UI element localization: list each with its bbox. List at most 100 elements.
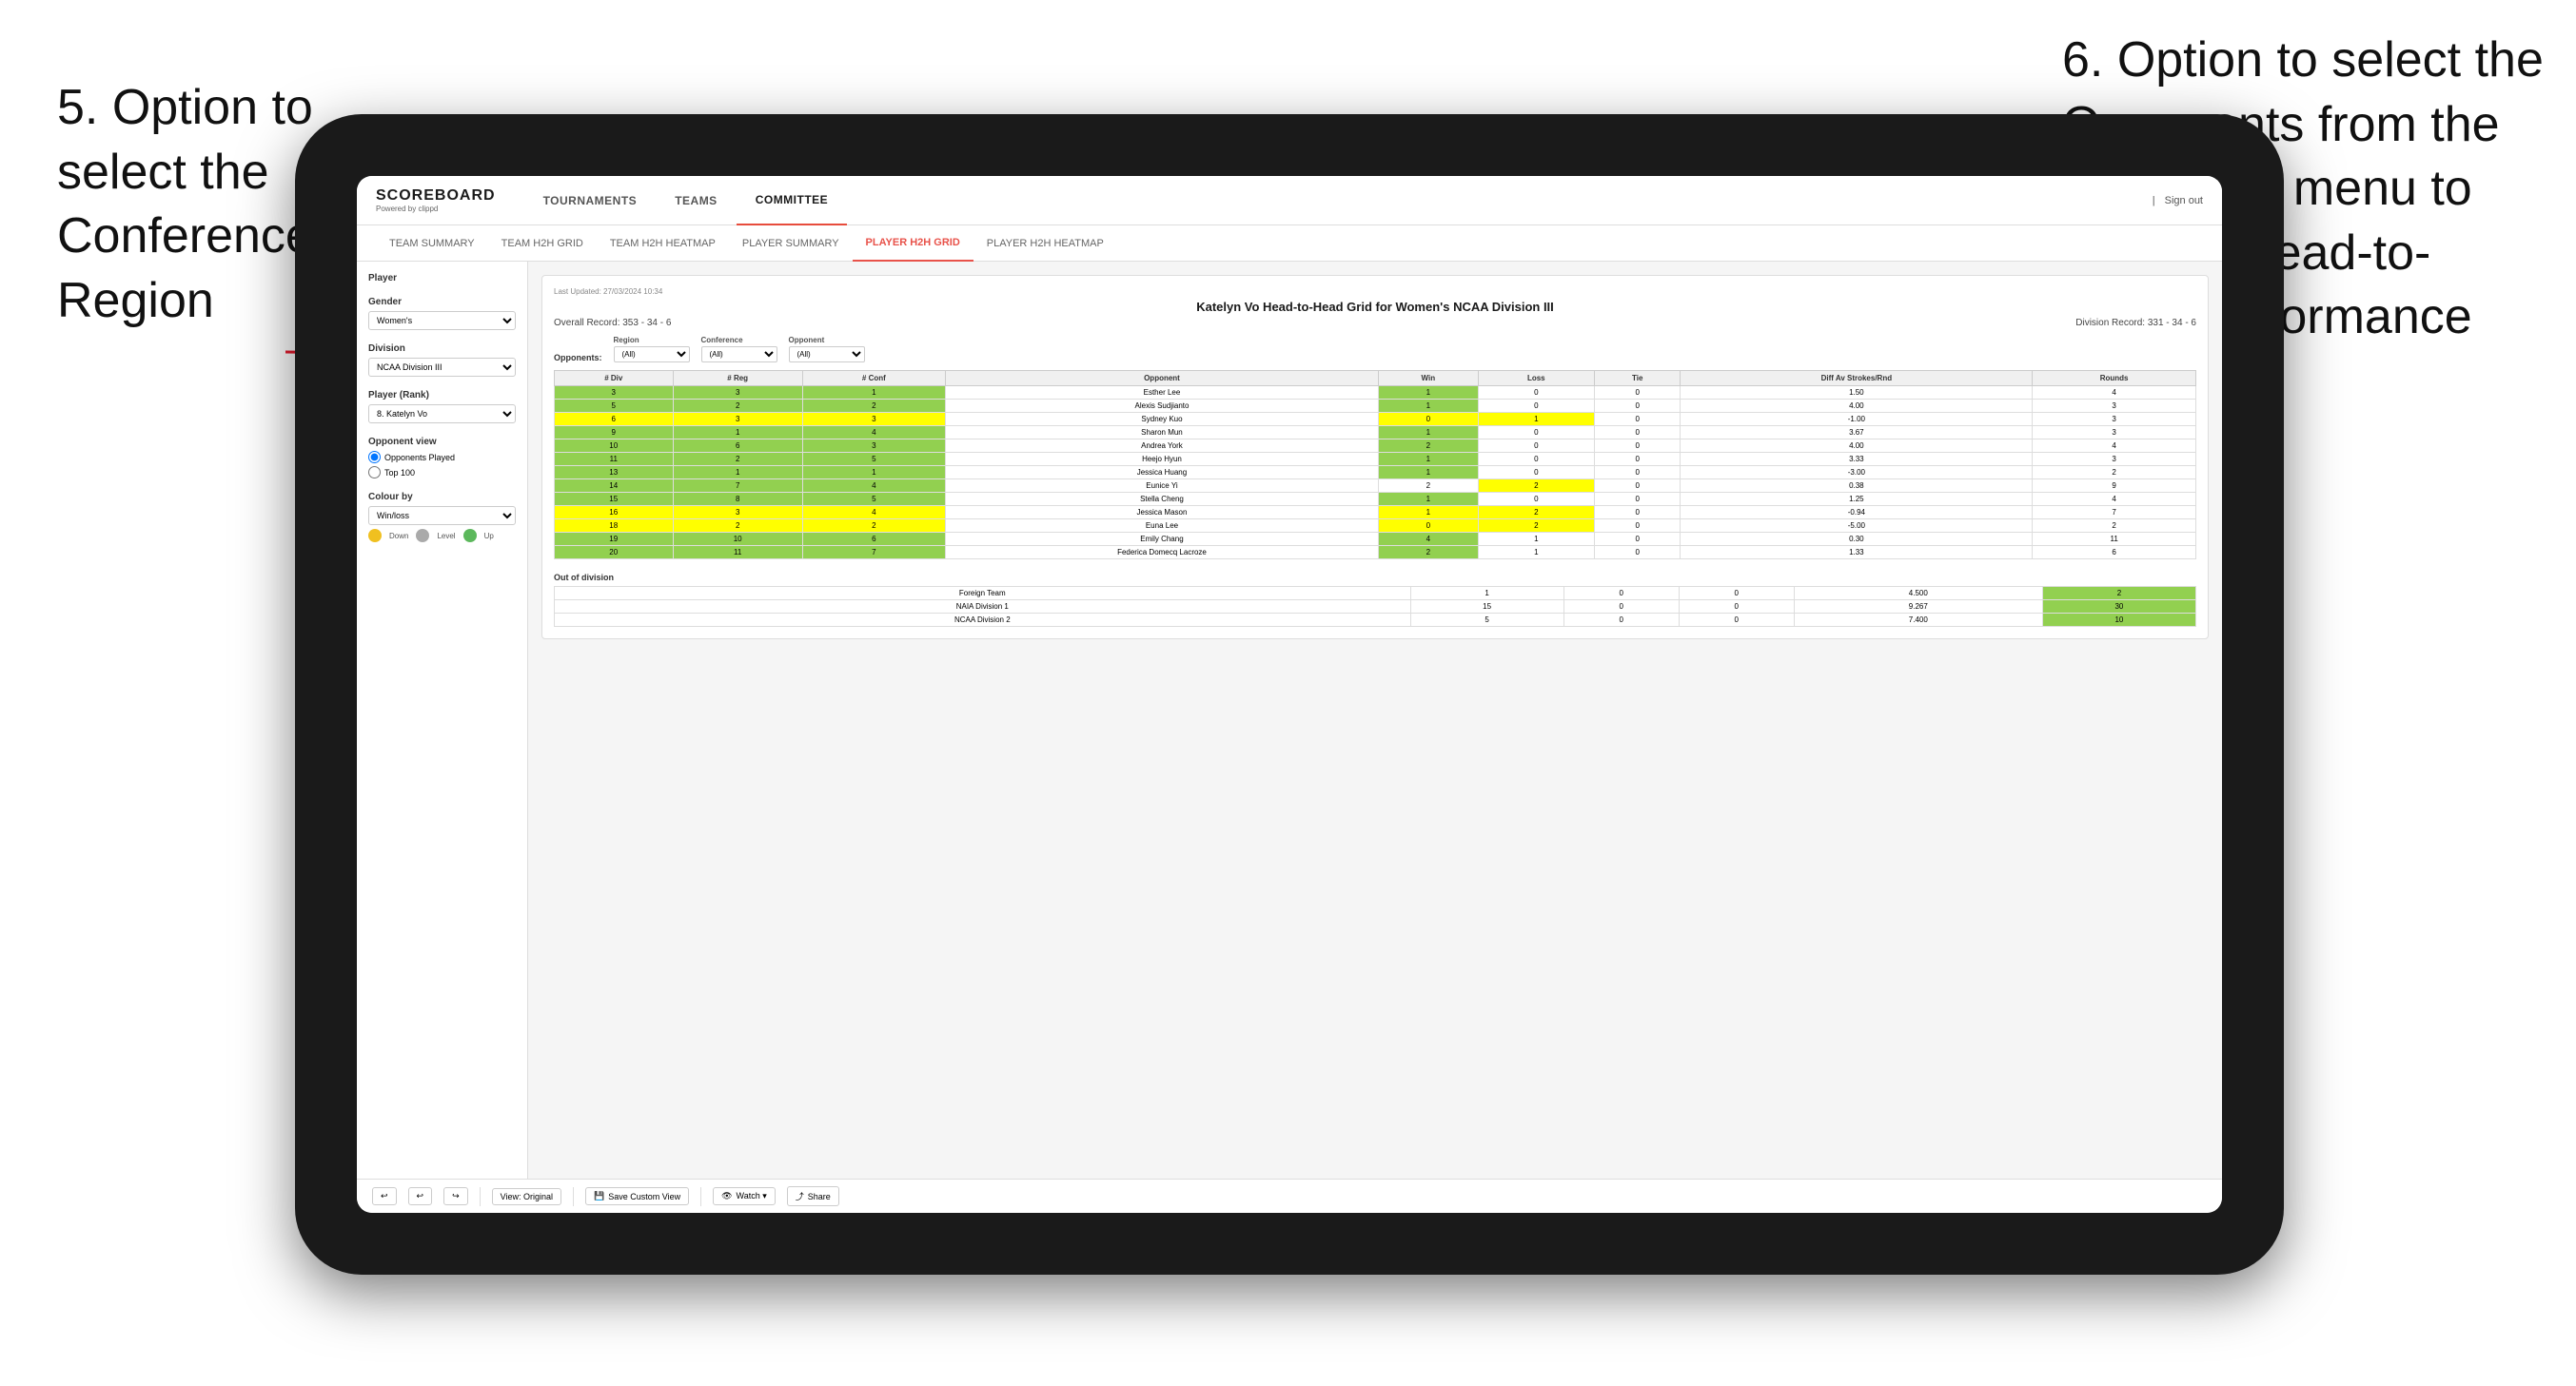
undo2-button[interactable]: ↩ — [408, 1187, 433, 1205]
cell-loss: 0 — [1478, 493, 1595, 506]
nav-item-teams[interactable]: TEAMS — [656, 176, 737, 225]
report-header: Last Updated: 27/03/2024 10:34 Katelyn V… — [554, 287, 2196, 328]
cell-loss: 0 — [1478, 453, 1595, 466]
cell-tie: 0 — [1595, 493, 1681, 506]
sub-nav-team-h2h-grid[interactable]: TEAM H2H GRID — [488, 225, 597, 262]
undo-button[interactable]: ↩ — [372, 1187, 397, 1205]
watch-icon: 👁 — [721, 1191, 732, 1201]
cell-diff: 1.33 — [1681, 546, 2033, 559]
cell-conf: 4 — [802, 479, 945, 493]
cell-diff: -5.00 — [1681, 519, 2033, 533]
col-loss: Loss — [1478, 371, 1595, 386]
conference-filter-select[interactable]: (All) — [701, 346, 777, 362]
sub-nav-team-summary[interactable]: TEAM SUMMARY — [376, 225, 488, 262]
opponents-label: Opponents: — [554, 353, 602, 362]
share-icon: ⤴ — [796, 1190, 804, 1202]
report-container: Last Updated: 27/03/2024 10:34 Katelyn V… — [541, 275, 2209, 639]
cell-loss: 1 — [1478, 533, 1595, 546]
colour-legend: Down Level Up — [368, 529, 516, 542]
cell-win: 1 — [1379, 426, 1478, 439]
sub-nav-team-h2h-heatmap[interactable]: TEAM H2H HEATMAP — [597, 225, 729, 262]
out-of-division-table: Foreign Team 1 0 0 4.500 2 NAIA Division… — [554, 586, 2196, 627]
table-row: 6 3 3 Sydney Kuo 0 1 0 -1.00 3 — [555, 413, 2196, 426]
cell-div: 13 — [555, 466, 674, 479]
ood-cell-diff: 7.400 — [1794, 614, 2042, 627]
ood-table-row: NCAA Division 2 5 0 0 7.400 10 — [555, 614, 2196, 627]
ood-cell-loss: 0 — [1563, 587, 1679, 600]
top-100-radio[interactable] — [368, 466, 381, 478]
cell-opponent: Sharon Mun — [945, 426, 1378, 439]
table-row: 19 10 6 Emily Chang 4 1 0 0.30 11 — [555, 533, 2196, 546]
sub-nav-player-h2h-grid[interactable]: PLAYER H2H GRID — [853, 225, 973, 262]
sign-out-link[interactable]: Sign out — [2165, 195, 2203, 206]
cell-diff: -3.00 — [1681, 466, 2033, 479]
table-row: 14 7 4 Eunice Yi 2 2 0 0.38 9 — [555, 479, 2196, 493]
cell-rounds: 3 — [2033, 413, 2196, 426]
region-filter-select[interactable]: (All) — [614, 346, 690, 362]
view-original-button[interactable]: View: Original — [492, 1188, 561, 1205]
cell-reg: 3 — [673, 413, 802, 426]
out-of-division-title: Out of division — [554, 573, 2196, 582]
cell-tie: 0 — [1595, 439, 1681, 453]
cell-rounds: 9 — [2033, 479, 2196, 493]
nav-item-tournaments[interactable]: TOURNAMENTS — [524, 176, 657, 225]
cell-loss: 0 — [1478, 400, 1595, 413]
colour-by-label: Colour by — [368, 492, 516, 502]
undo2-icon: ↩ — [417, 1191, 424, 1201]
cell-reg: 10 — [673, 533, 802, 546]
cell-loss: 0 — [1478, 426, 1595, 439]
cell-reg: 1 — [673, 426, 802, 439]
gender-select[interactable]: Women's — [368, 311, 516, 330]
opponent-filter-label: Opponent — [789, 336, 865, 344]
cell-opponent: Euna Lee — [945, 519, 1378, 533]
player-rank-select[interactable]: 8. Katelyn Vo — [368, 404, 516, 423]
region-filter-group: Region (All) — [614, 336, 690, 362]
ood-cell-tie: 0 — [1679, 614, 1794, 627]
cell-diff: 1.25 — [1681, 493, 2033, 506]
ood-cell-diff: 4.500 — [1794, 587, 2042, 600]
cell-conf: 3 — [802, 439, 945, 453]
cell-conf: 1 — [802, 466, 945, 479]
nav-item-committee[interactable]: COMMITTEE — [737, 176, 848, 225]
toolbar-separator-1 — [480, 1187, 481, 1206]
sub-nav-player-summary[interactable]: PLAYER SUMMARY — [729, 225, 853, 262]
ood-cell-tie: 0 — [1679, 600, 1794, 614]
division-select[interactable]: NCAA Division III — [368, 358, 516, 377]
report-title: Katelyn Vo Head-to-Head Grid for Women's… — [554, 300, 2196, 314]
records-row: Overall Record: 353 - 34 - 6 Division Re… — [554, 318, 2196, 328]
region-filter-label: Region — [614, 336, 690, 344]
cell-diff: 0.30 — [1681, 533, 2033, 546]
cell-rounds: 2 — [2033, 519, 2196, 533]
opponent-view-radios: Opponents Played Top 100 — [368, 451, 516, 478]
ood-cell-tie: 0 — [1679, 587, 1794, 600]
cell-reg: 8 — [673, 493, 802, 506]
sub-nav-player-h2h-heatmap[interactable]: PLAYER H2H HEATMAP — [973, 225, 1117, 262]
opponents-played-radio-label[interactable]: Opponents Played — [368, 451, 516, 463]
ood-cell-rounds: 2 — [2042, 587, 2195, 600]
sidebar-opponent-view-section: Opponent view Opponents Played Top 100 — [368, 437, 516, 478]
table-row: 10 6 3 Andrea York 2 0 0 4.00 4 — [555, 439, 2196, 453]
share-button[interactable]: ⤴ Share — [787, 1186, 839, 1206]
cell-conf: 2 — [802, 519, 945, 533]
out-of-division-section: Out of division Foreign Team 1 0 0 4.500… — [554, 573, 2196, 627]
cell-diff: -0.94 — [1681, 506, 2033, 519]
separator-icon: | — [2153, 195, 2155, 206]
cell-opponent: Federica Domecq Lacroze — [945, 546, 1378, 559]
watch-button[interactable]: 👁 Watch ▾ — [713, 1187, 776, 1205]
cell-diff: 0.38 — [1681, 479, 2033, 493]
top-100-radio-label[interactable]: Top 100 — [368, 466, 516, 478]
cell-conf: 3 — [802, 413, 945, 426]
opponent-filter-select[interactable]: (All) — [789, 346, 865, 362]
cell-rounds: 4 — [2033, 386, 2196, 400]
cell-rounds: 6 — [2033, 546, 2196, 559]
table-row: 5 2 2 Alexis Sudjianto 1 0 0 4.00 3 — [555, 400, 2196, 413]
cell-tie: 0 — [1595, 453, 1681, 466]
cell-loss: 1 — [1478, 546, 1595, 559]
redo-button[interactable]: ↪ — [443, 1187, 468, 1205]
colour-by-select[interactable]: Win/loss — [368, 506, 516, 525]
cell-win: 1 — [1379, 386, 1478, 400]
save-custom-view-button[interactable]: 💾 Save Custom View — [585, 1187, 689, 1205]
cell-diff: 3.33 — [1681, 453, 2033, 466]
opponents-played-radio[interactable] — [368, 451, 381, 463]
division-record: Division Record: 331 - 34 - 6 — [2075, 318, 2196, 328]
